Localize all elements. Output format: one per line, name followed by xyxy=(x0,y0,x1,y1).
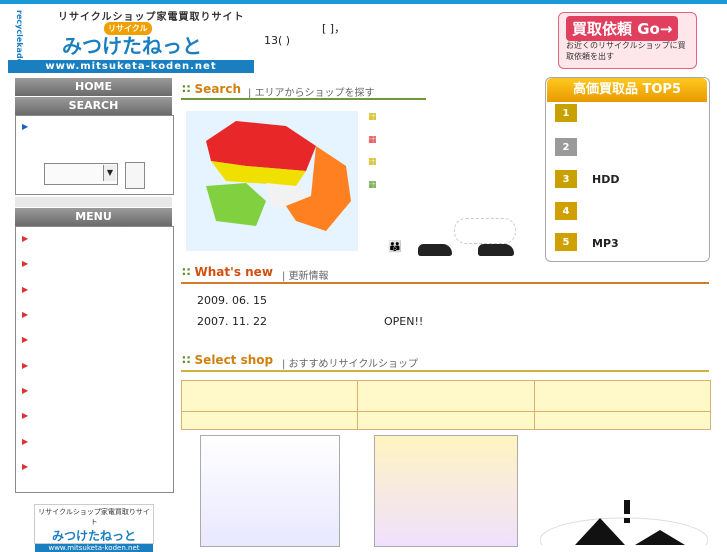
region-bullet-icon[interactable]: ▦ xyxy=(368,157,377,167)
menu-panel xyxy=(15,226,174,493)
car-icon xyxy=(478,244,514,256)
shop-placeholder-icon[interactable] xyxy=(539,500,709,552)
bottom-logo-title: みつけたねっと xyxy=(51,529,136,543)
cloud-decoration xyxy=(454,218,516,244)
menu-item-2[interactable]: ▶ xyxy=(22,259,28,268)
people-icon: 👪 xyxy=(388,240,402,253)
header-count-text: 13( ) xyxy=(264,34,291,47)
shop-cell[interactable] xyxy=(180,380,359,412)
crown-icon: 4 xyxy=(555,202,577,220)
menu-item-9[interactable]: ▶ xyxy=(22,437,28,446)
kanto-map[interactable] xyxy=(186,111,358,251)
news-section-title: ∷ What's new xyxy=(182,265,273,279)
nav-menu-header: MENU xyxy=(15,208,172,226)
logo-title: みつけたねっと xyxy=(62,34,202,58)
shop-cell xyxy=(180,411,359,430)
search-section-subtitle: | エリアからショップを探す xyxy=(248,88,375,99)
news-underline xyxy=(181,282,709,284)
nav-search[interactable]: SEARCH xyxy=(15,97,172,115)
chevron-down-icon[interactable]: ▼ xyxy=(103,165,116,181)
bottom-logo-url: www.mitsuketa-koden.net xyxy=(35,544,153,552)
news-text[interactable]: OPEN!! xyxy=(384,315,423,328)
news-date: 2009. 06. 15 xyxy=(197,294,267,307)
ranking-title: 高価買取品 TOP5 xyxy=(547,78,707,102)
shop-thumbnail[interactable] xyxy=(200,435,340,547)
shop-cell xyxy=(357,411,535,430)
header-bracket-text: [ ]， xyxy=(322,22,346,35)
crown-icon: 2 xyxy=(555,138,577,156)
menu-item-3[interactable]: ▶ xyxy=(22,285,28,294)
bottom-logo-banner[interactable]: リサイクルショップ家電買取りサイト みつけたねっと www.mitsuketa-… xyxy=(34,504,154,552)
shop-thumbnail[interactable] xyxy=(374,435,518,547)
bottom-logo-tagline: リサイクルショップ家電買取りサイト xyxy=(38,508,150,526)
region-bullet-icon[interactable]: ▦ xyxy=(368,112,377,122)
map-region-kanagawa[interactable] xyxy=(206,183,266,226)
shop-underline xyxy=(181,370,709,372)
region-bullet-icon[interactable]: ▦ xyxy=(368,135,377,145)
logo-url: www.mitsuketa-koden.net xyxy=(8,60,254,73)
menu-item-1[interactable]: ▶ xyxy=(22,234,28,243)
search-section-title: ∷ Search xyxy=(182,82,241,96)
search-go-button[interactable] xyxy=(125,162,145,189)
shop-section-title: ∷ Select shop xyxy=(182,353,274,367)
purchase-request-subtitle: お近くのリサイクルショップに買取依頼を出す xyxy=(566,41,686,61)
rank-item-label[interactable]: HDD xyxy=(592,173,619,186)
shop-cell xyxy=(533,411,712,430)
shop-section-subtitle: | おすすめリサイクルショップ xyxy=(282,359,419,370)
nav-home[interactable]: HOME xyxy=(15,78,172,96)
search-underline xyxy=(181,98,426,100)
top-accent-bar xyxy=(0,0,727,4)
shop-placeholder-image xyxy=(539,500,709,552)
menu-item-6[interactable]: ▶ xyxy=(22,361,28,370)
shop-cell[interactable] xyxy=(357,380,535,412)
news-section-subtitle: | 更新情報 xyxy=(282,271,329,282)
menu-item-5[interactable]: ▶ xyxy=(22,335,28,344)
logo-tagline: リサイクルショップ家電買取りサイト xyxy=(58,12,245,23)
purchase-request-title: 買取依頼 Go→ xyxy=(566,16,679,41)
car-icon xyxy=(418,244,452,256)
crown-icon: 1 xyxy=(555,104,577,122)
shop-cell[interactable] xyxy=(533,380,712,412)
kanto-map-image xyxy=(206,121,351,231)
news-date: 2007. 11. 22 xyxy=(197,315,267,328)
rank-item-label[interactable]: MP3 xyxy=(592,237,619,250)
menu-item-7[interactable]: ▶ xyxy=(22,386,28,395)
menu-item-10[interactable]: ▶ xyxy=(22,462,28,471)
search-bullet-icon: ▶ xyxy=(22,122,29,131)
sidebar-divider xyxy=(15,197,172,207)
region-bullet-icon[interactable]: ▦ xyxy=(368,180,377,190)
crown-icon: 5 xyxy=(555,233,577,251)
menu-item-4[interactable]: ▶ xyxy=(22,310,28,319)
logo-side-text: recyclekaden xyxy=(15,10,24,70)
shop-table xyxy=(180,380,712,430)
menu-item-8[interactable]: ▶ xyxy=(22,411,28,420)
crown-icon: 3 xyxy=(555,170,577,188)
